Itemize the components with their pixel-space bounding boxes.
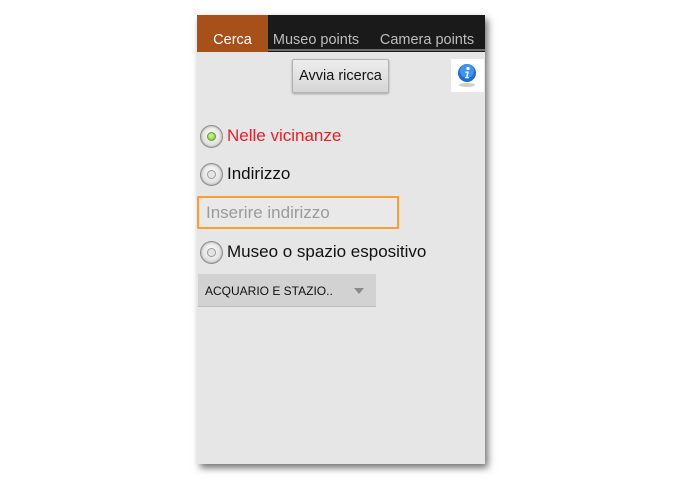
chevron-down-icon <box>354 288 364 294</box>
radio-indicator <box>207 248 216 257</box>
address-input[interactable] <box>197 196 399 229</box>
museum-select-value: ACQUARIO E STAZIO.. <box>205 284 333 298</box>
tab-camera-points[interactable]: Camera points <box>373 15 481 52</box>
radio-button-museum[interactable] <box>200 241 223 264</box>
radio-label-nearby: Nelle vicinanze <box>227 126 342 145</box>
info-button[interactable] <box>451 59 484 92</box>
app-screen: Cerca Museo points Camera points Avvia r… <box>197 15 485 464</box>
radio-label-address: Indirizzo <box>227 164 291 183</box>
radio-indicator <box>207 170 216 179</box>
radio-button-address[interactable] <box>200 163 223 186</box>
tab-divider <box>268 49 485 51</box>
radio-label-museum: Museo o spazio espositivo <box>227 242 427 261</box>
museum-select[interactable]: ACQUARIO E STAZIO.. <box>198 274 376 307</box>
tab-cerca[interactable]: Cerca <box>197 15 268 52</box>
info-icon <box>458 64 476 87</box>
radio-selected-indicator <box>207 132 216 141</box>
tab-museo-points[interactable]: Museo points <box>268 15 364 52</box>
radio-button-nearby[interactable] <box>200 125 223 148</box>
tab-bar: Cerca Museo points Camera points <box>197 15 485 52</box>
start-search-button[interactable]: Avvia ricerca <box>292 59 389 93</box>
